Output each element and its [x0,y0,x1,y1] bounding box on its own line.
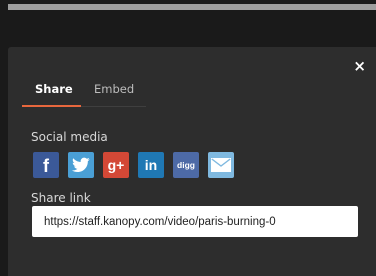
progress-bar [8,4,376,10]
digg-icon[interactable]: digg [173,152,199,178]
svg-text:f: f [43,156,50,176]
close-icon[interactable]: × [353,59,366,74]
linkedin-icon[interactable]: in [138,152,164,178]
share-link-label: Share link [31,191,91,205]
share-link-field[interactable] [32,206,358,237]
svg-text:in: in [145,157,157,173]
share-dialog: × Share Embed Social media f g+ in digg [8,47,376,276]
svg-text:digg: digg [177,160,195,170]
facebook-icon[interactable]: f [33,152,59,178]
twitter-icon[interactable] [68,152,94,178]
svg-text:g+: g+ [108,157,125,173]
tab-embed[interactable]: Embed [94,82,134,96]
tab-bar: Share Embed [22,77,146,107]
social-media-label: Social media [31,130,108,144]
active-tab-indicator [22,105,81,107]
google-plus-icon[interactable]: g+ [103,152,129,178]
tab-share[interactable]: Share [35,82,73,96]
email-icon[interactable] [208,152,234,178]
